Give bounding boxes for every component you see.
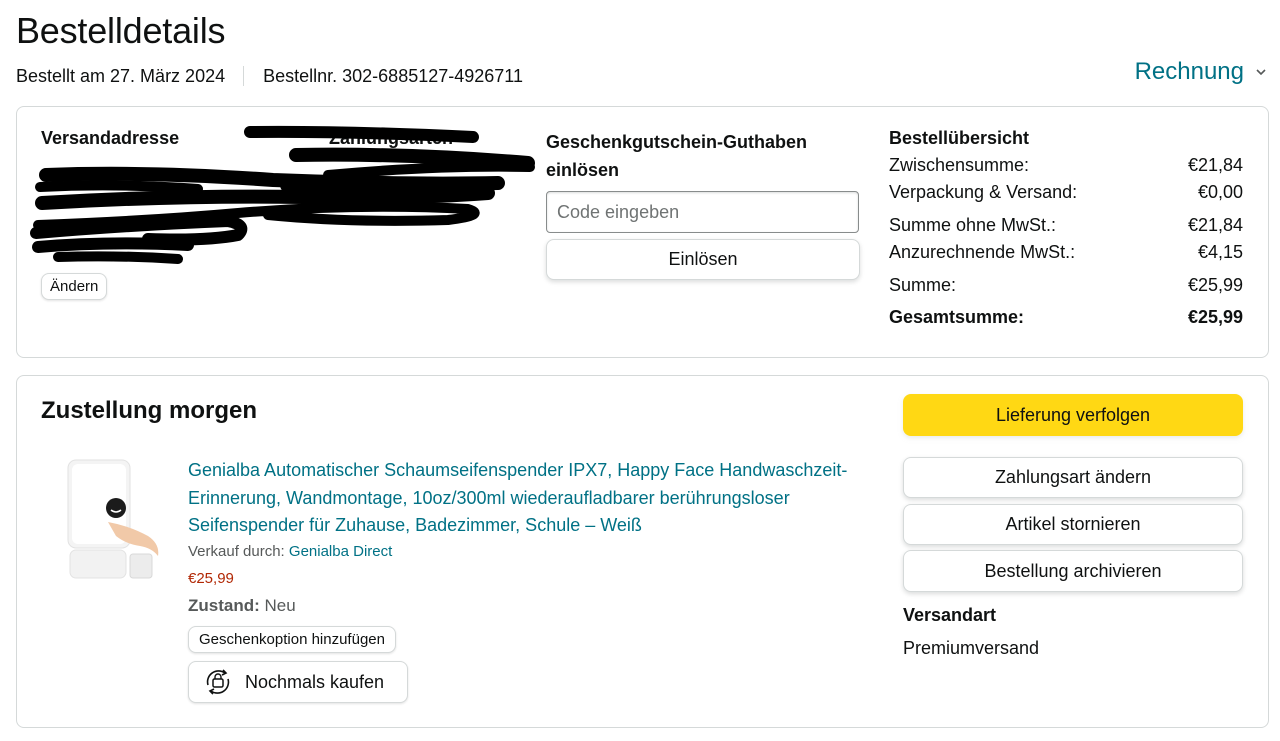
order-meta: Bestellt am 27. März 2024 Bestellnr. 302…: [16, 64, 523, 88]
condition-value: Neu: [264, 596, 296, 615]
gift-card-heading: Geschenkgutschein-Guthaben einlösen: [546, 132, 808, 180]
summary-value: €0,00: [1197, 182, 1243, 202]
meta-divider: [243, 66, 245, 86]
summary-value: €4,15: [1197, 242, 1243, 262]
gift-code-input[interactable]: [546, 191, 859, 233]
summary-row-vat: Anzurechnende MwSt.: €4,15: [889, 242, 1243, 275]
summary-row-grand-total: Gesamtsumme: €25,99: [889, 307, 1243, 328]
summary-label: Summe ohne MwSt.:: [889, 215, 1057, 235]
order-summary: Bestellübersicht Zwischensumme: €21,84 V…: [889, 128, 1243, 328]
order-summary-heading: Bestellübersicht: [889, 128, 1030, 148]
cancel-items-button[interactable]: Artikel stornieren: [903, 504, 1243, 545]
product-price: €25,99: [188, 570, 234, 587]
product-image[interactable]: [60, 456, 162, 582]
product-condition: Zustand: Neu: [188, 596, 296, 616]
summary-value: €21,84: [1187, 215, 1243, 235]
invoice-label: Rechnung: [1134, 58, 1244, 85]
shipping-method-value: Premiumversand: [903, 638, 1040, 658]
summary-label: Gesamtsumme:: [889, 307, 1025, 327]
summary-label: Verpackung & Versand:: [889, 182, 1078, 202]
summary-value: €21,84: [1187, 155, 1243, 175]
summary-row-net: Summe ohne MwSt.: €21,84: [889, 215, 1243, 242]
page-title: Bestelldetails: [16, 10, 226, 51]
buy-again-button[interactable]: Nochmals kaufen: [188, 661, 408, 703]
condition-label: Zustand:: [188, 596, 260, 615]
summary-value: €25,99: [1187, 307, 1243, 327]
seller-link[interactable]: Genialba Direct: [289, 543, 392, 560]
track-delivery-button[interactable]: Lieferung verfolgen: [903, 394, 1243, 436]
summary-label: Anzurechnende MwSt.:: [889, 242, 1076, 262]
summary-label: Summe:: [889, 275, 957, 295]
invoice-dropdown[interactable]: Rechnung: [1135, 58, 1268, 86]
order-date: Bestellt am 27. März 2024: [16, 65, 226, 86]
chevron-down-icon: [1256, 69, 1266, 76]
buy-again-label: Nochmals kaufen: [245, 671, 385, 692]
add-gift-option-button[interactable]: Geschenkoption hinzufügen: [188, 626, 396, 653]
archive-order-button[interactable]: Bestellung archivieren: [903, 550, 1243, 592]
product-title-link[interactable]: Genialba Automatischer Schaumseifenspend…: [188, 457, 868, 540]
delivery-heading: Zustellung morgen: [41, 397, 257, 424]
summary-row-subtotal: Zwischensumme: €21,84: [889, 155, 1243, 182]
shipping-method-heading: Versandart: [903, 605, 997, 625]
redacted-address-block: [30, 125, 535, 264]
sold-by-label: Verkauf durch:: [188, 543, 285, 560]
summary-label: Zwischensumme:: [889, 155, 1030, 175]
change-address-button[interactable]: Ändern: [41, 273, 108, 300]
summary-row-shipping: Verpackung & Versand: €0,00: [889, 182, 1243, 215]
redeem-button[interactable]: Einlösen: [546, 239, 860, 280]
summary-value: €25,99: [1187, 275, 1243, 295]
change-payment-button[interactable]: Zahlungsart ändern: [903, 457, 1243, 498]
sold-by: Verkauf durch: Genialba Direct: [188, 543, 392, 560]
order-number: Bestellnr. 302-6885127-4926711: [263, 65, 523, 86]
summary-row-total: Summe: €25,99: [889, 275, 1243, 307]
buy-again-icon: [206, 669, 230, 695]
